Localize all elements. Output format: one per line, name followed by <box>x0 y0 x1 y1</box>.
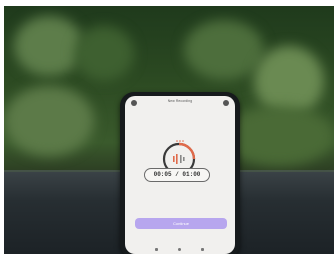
nav-home-icon[interactable] <box>178 248 181 251</box>
phone-screen: New Recording 00:05 / 01:00 Continue <box>125 96 235 254</box>
continue-label: Continue <box>172 221 189 226</box>
foliage-blur <box>4 86 94 156</box>
foliage-blur <box>74 26 134 81</box>
foliage-blur <box>224 106 334 166</box>
background-photo: New Recording 00:05 / 01:00 Continue <box>4 6 334 254</box>
settings-icon[interactable] <box>223 100 229 106</box>
foliage-blur <box>254 46 324 116</box>
timer-readout: 00:05 / 01:00 <box>144 168 210 182</box>
recording-dots <box>176 140 184 142</box>
smartphone: New Recording 00:05 / 01:00 Continue <box>120 92 240 254</box>
foliage-blur <box>184 20 264 80</box>
foliage-blur <box>14 16 84 76</box>
waveform-icon <box>173 154 185 164</box>
photo-scene: New Recording 00:05 / 01:00 Continue <box>0 0 336 256</box>
nav-back-icon[interactable] <box>155 248 158 251</box>
nav-recents-icon[interactable] <box>201 248 204 251</box>
app-title: New Recording <box>167 99 193 103</box>
timer-text: 00:05 / 01:00 <box>153 171 201 178</box>
continue-button[interactable]: Continue <box>135 218 227 229</box>
system-nav-bar <box>125 244 235 254</box>
app-header: New Recording <box>125 96 235 110</box>
